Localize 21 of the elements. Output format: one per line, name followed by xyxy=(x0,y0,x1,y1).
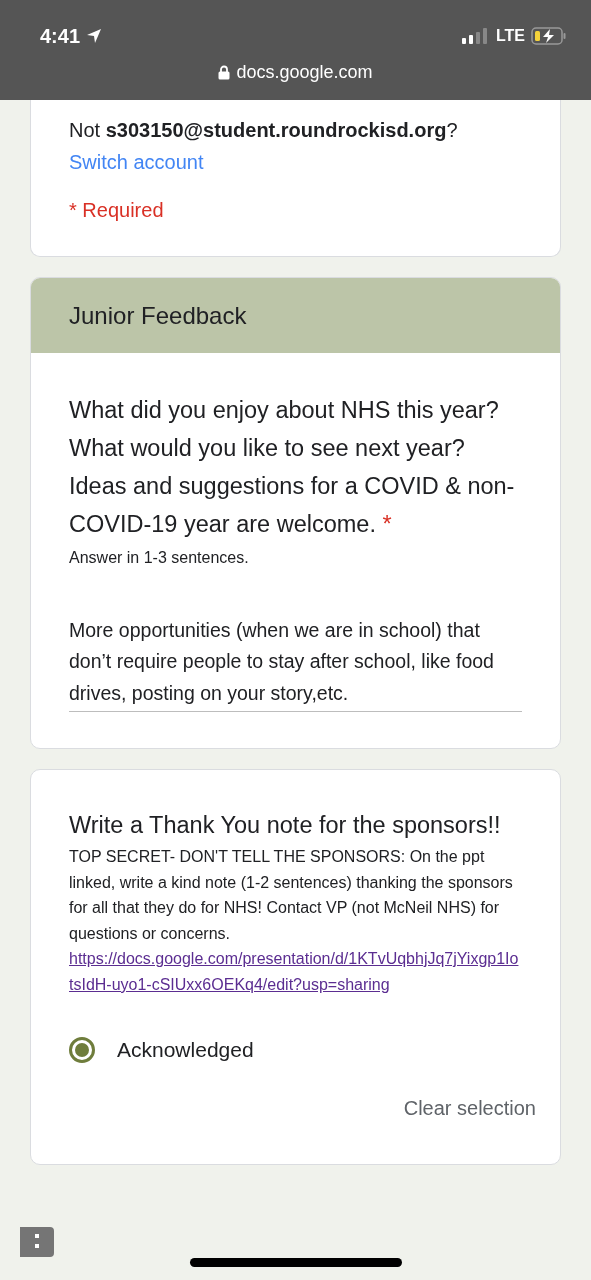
lock-icon xyxy=(218,65,231,80)
option-label: Acknowledged xyxy=(117,1038,254,1062)
radio-button[interactable] xyxy=(69,1037,95,1063)
question-description: TOP SECRET- DON'T TELL THE SPONSORS: On the ppt linked, write a kind note (1-2 sentences) thanking the sponsors for all that they do for NHS! Contact VP (not McNeil NHS) for questions or concerns. xyxy=(69,847,514,944)
signal-icon xyxy=(461,28,490,44)
location-arrow-icon xyxy=(86,28,103,44)
page-address[interactable]: docs.google.com xyxy=(236,62,373,83)
feedback-button[interactable] xyxy=(20,1227,54,1257)
clock-time: 4:41 xyxy=(40,24,81,48)
required-note: * Required xyxy=(69,198,165,223)
clear-selection-button[interactable]: Clear selection xyxy=(403,1093,536,1124)
account-line: Not s303150@student.roundrockisd.org? xyxy=(69,118,459,143)
network-type: LTE xyxy=(495,27,525,45)
question-title: What did you enjoy about NHS this year? What would you like to see next year? Ideas and suggestions for a COVID & non-COVID-19 year are welcome. * xyxy=(69,396,516,539)
switch-account-link[interactable]: Switch account xyxy=(69,146,204,178)
answer-field[interactable]: More opportunities (when we are in school) that don’t require people to stay after school, like food drives, posting on your story,etc. xyxy=(69,614,522,712)
section-title: Junior Feedback xyxy=(69,301,247,330)
question-description: Answer in 1-3 sentences. xyxy=(69,548,250,568)
presentation-link[interactable]: https://docs.google.com/presentation/d/1KTvUqbhjJq7jYixgp1IotsIdH-uyo1-cSIUxx6OEKq4/edit?usp=sharing xyxy=(69,946,522,997)
question-title: Write a Thank You note for the sponsors!! xyxy=(69,811,502,840)
battery-charging-icon xyxy=(531,27,567,45)
